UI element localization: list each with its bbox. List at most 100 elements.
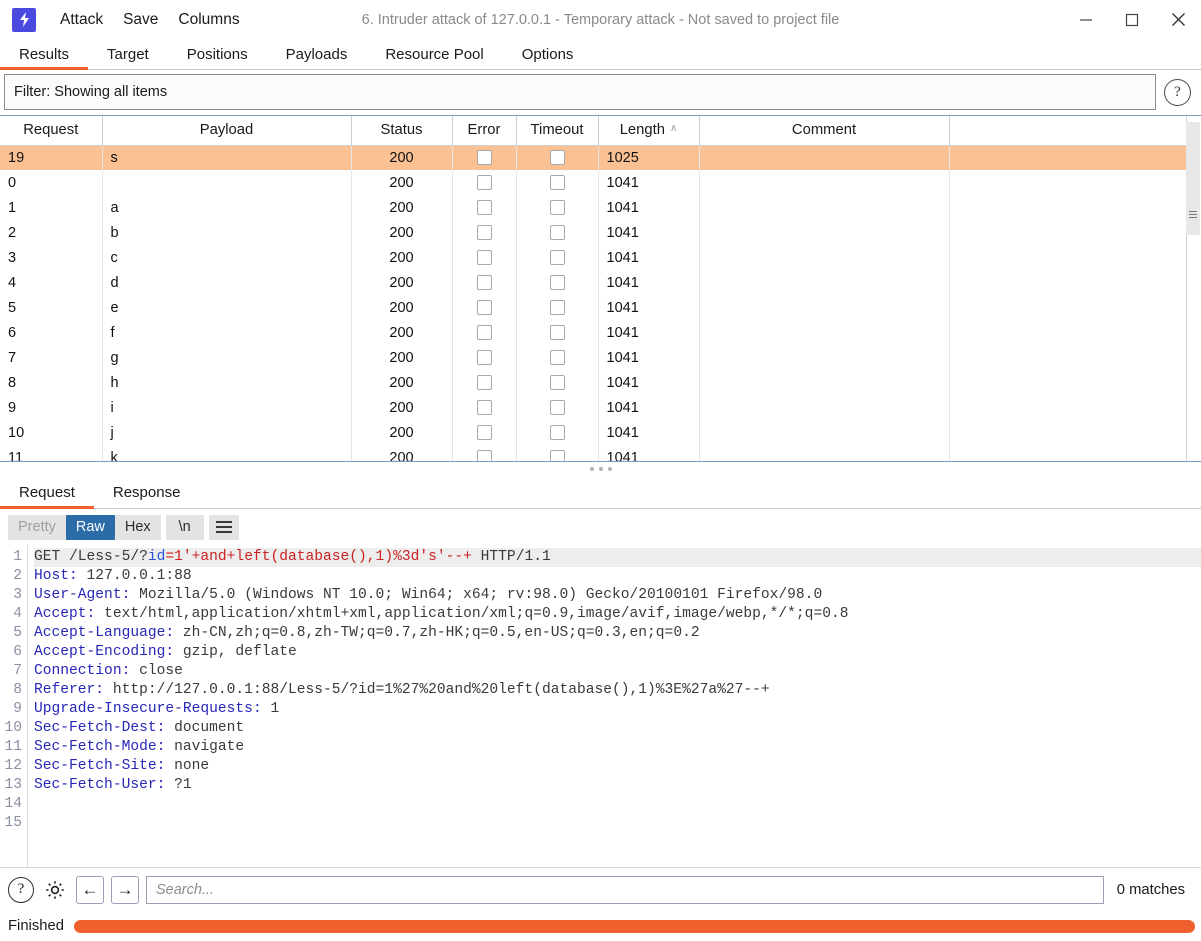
panel-splitter[interactable] (0, 462, 1201, 476)
raw-button[interactable]: Raw (65, 514, 115, 540)
close-icon[interactable] (1155, 0, 1201, 39)
cell-error[interactable] (452, 345, 517, 370)
menu-attack[interactable]: Attack (50, 9, 113, 31)
checkbox-icon[interactable] (549, 200, 565, 216)
checkbox-icon[interactable] (476, 400, 492, 416)
checkbox-icon[interactable] (549, 250, 565, 266)
checkbox-icon[interactable] (476, 275, 492, 291)
newline-button[interactable]: \n (165, 514, 204, 540)
checkbox-icon[interactable] (549, 425, 565, 441)
search-prev-button[interactable]: ← (76, 875, 104, 904)
column-header-length[interactable]: Length ∧ (598, 116, 700, 146)
maximize-icon[interactable] (1109, 0, 1155, 39)
filter-bar[interactable]: Filter: Showing all items (4, 74, 1156, 110)
column-header-timeout[interactable]: Timeout (516, 116, 599, 146)
request-viewer[interactable]: 1 2 3 4 5 6 7 8 9 10 11 12 13 14 15 GET /Less-5/?id=1'… (0, 545, 1201, 867)
checkbox-icon[interactable] (549, 350, 565, 366)
cell-timeout[interactable] (516, 220, 599, 245)
cell-error[interactable] (452, 270, 517, 295)
tab-target[interactable]: Target (88, 39, 168, 69)
cell-timeout[interactable] (516, 320, 599, 345)
cell-timeout[interactable] (516, 420, 599, 445)
cell-timeout[interactable] (516, 345, 599, 370)
table-row[interactable]: 8 h 200 1041 (0, 370, 1187, 395)
cell-error[interactable] (452, 320, 517, 345)
cell-timeout[interactable] (516, 270, 599, 295)
tab-payloads[interactable]: Payloads (267, 39, 367, 69)
table-row[interactable]: 0 200 1041 (0, 170, 1187, 195)
checkbox-icon[interactable] (549, 275, 565, 291)
cell-error[interactable] (452, 395, 517, 420)
checkbox-icon[interactable] (549, 325, 565, 341)
checkbox-icon[interactable] (476, 175, 492, 191)
cell-error[interactable] (452, 445, 517, 461)
cell-timeout[interactable] (516, 445, 599, 461)
cell-timeout[interactable] (516, 245, 599, 270)
cell-timeout[interactable] (516, 295, 599, 320)
table-row[interactable]: 1 a 200 1041 (0, 195, 1187, 220)
cell-error[interactable] (452, 195, 517, 220)
checkbox-icon[interactable] (476, 300, 492, 316)
cell-error[interactable] (452, 145, 517, 170)
cell-timeout[interactable] (516, 145, 599, 170)
tab-request[interactable]: Request (0, 476, 94, 509)
tab-positions[interactable]: Positions (168, 39, 267, 69)
checkbox-icon[interactable] (549, 225, 565, 241)
checkbox-icon[interactable] (476, 200, 492, 216)
checkbox-icon[interactable] (549, 300, 565, 316)
tab-resource-pool[interactable]: Resource Pool (366, 39, 502, 69)
checkbox-icon[interactable] (549, 400, 565, 416)
cell-timeout[interactable] (516, 170, 599, 195)
checkbox-icon[interactable] (549, 375, 565, 391)
cell-error[interactable] (452, 170, 517, 195)
table-row[interactable]: 5 e 200 1041 (0, 295, 1187, 320)
table-row[interactable]: 11 k 200 1041 (0, 445, 1187, 461)
checkbox-icon[interactable] (549, 150, 565, 166)
column-header-error[interactable]: Error (452, 116, 517, 146)
checkbox-icon[interactable] (476, 375, 492, 391)
tab-response[interactable]: Response (94, 476, 200, 508)
search-input[interactable]: Search... (146, 875, 1104, 904)
checkbox-icon[interactable] (549, 450, 565, 461)
column-header-payload[interactable]: Payload (102, 116, 352, 146)
menu-columns[interactable]: Columns (168, 9, 249, 31)
cell-error[interactable] (452, 220, 517, 245)
request-content[interactable]: GET /Less-5/?id=1'+and+left(database(),1… (28, 545, 1201, 867)
checkbox-icon[interactable] (476, 350, 492, 366)
table-row[interactable]: 19 s 200 1025 (0, 145, 1187, 170)
checkbox-icon[interactable] (476, 150, 492, 166)
search-next-button[interactable]: → (111, 875, 139, 904)
results-vertical-scrollbar[interactable] (1186, 116, 1201, 461)
column-header-status[interactable]: Status (351, 116, 453, 146)
checkbox-icon[interactable] (476, 325, 492, 341)
table-row[interactable]: 7 g 200 1041 (0, 345, 1187, 370)
cell-timeout[interactable] (516, 370, 599, 395)
help-icon[interactable]: ? (1164, 78, 1191, 106)
table-row[interactable]: 3 c 200 1041 (0, 245, 1187, 270)
checkbox-icon[interactable] (476, 225, 492, 241)
help-icon[interactable]: ? (8, 876, 34, 903)
cell-timeout[interactable] (516, 395, 599, 420)
column-header-request[interactable]: Request (0, 116, 103, 146)
checkbox-icon[interactable] (476, 450, 492, 461)
table-row[interactable]: 6 f 200 1041 (0, 320, 1187, 345)
hex-button[interactable]: Hex (114, 514, 161, 540)
table-row[interactable]: 9 i 200 1041 (0, 395, 1187, 420)
gear-icon[interactable] (41, 876, 69, 904)
table-row[interactable]: 4 d 200 1041 (0, 270, 1187, 295)
tab-options[interactable]: Options (503, 39, 593, 69)
menu-save[interactable]: Save (113, 9, 168, 31)
tab-results[interactable]: Results (0, 39, 89, 70)
table-row[interactable]: 10 j 200 1041 (0, 420, 1187, 445)
cell-error[interactable] (452, 370, 517, 395)
checkbox-icon[interactable] (549, 175, 565, 191)
checkbox-icon[interactable] (476, 425, 492, 441)
cell-error[interactable] (452, 245, 517, 270)
cell-timeout[interactable] (516, 195, 599, 220)
cell-error[interactable] (452, 420, 517, 445)
table-row[interactable]: 2 b 200 1041 (0, 220, 1187, 245)
hamburger-menu-icon[interactable] (208, 514, 239, 540)
column-header-comment[interactable]: Comment (699, 116, 950, 146)
cell-error[interactable] (452, 295, 517, 320)
pretty-button[interactable]: Pretty (8, 514, 66, 540)
